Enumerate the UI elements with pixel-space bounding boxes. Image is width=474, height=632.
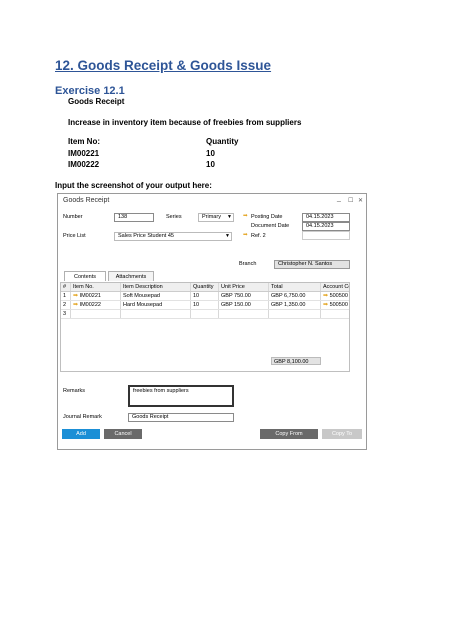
doc-qty-2: 10: [206, 160, 215, 169]
total-cell[interactable]: [269, 310, 321, 318]
doc-qty-1: 10: [206, 149, 215, 158]
grand-total: GBP 8,100.00: [271, 357, 321, 365]
quantity-cell[interactable]: [191, 310, 219, 318]
unit-price-cell[interactable]: [219, 310, 269, 318]
ref2-label: Ref. 2: [251, 233, 266, 239]
col-item-no: Item No.: [71, 283, 121, 291]
total-cell[interactable]: GBP 6,750.00: [269, 292, 321, 300]
journal-remark-field[interactable]: Goods Receipt: [128, 413, 234, 422]
copy-to-button[interactable]: Copy To: [322, 429, 362, 439]
item-no-value: IM00222: [79, 302, 101, 308]
exercise-subtitle: Goods Receipt: [68, 97, 125, 106]
table-row[interactable]: 3: [61, 310, 349, 319]
document-date-field[interactable]: 04.15.2023: [302, 222, 350, 231]
minimize-icon[interactable]: _: [337, 195, 341, 202]
exercise-description: Increase in inventory item because of fr…: [68, 118, 302, 127]
unit-price-cell[interactable]: GBP 150.00: [219, 301, 269, 309]
item-no-header: Item No:: [68, 137, 100, 146]
branch-label: Branch: [239, 261, 257, 267]
ref2-field[interactable]: [302, 231, 350, 240]
add-button[interactable]: Add: [62, 429, 100, 439]
link-arrow-icon[interactable]: ➡: [323, 293, 328, 299]
ref2-arrow-icon[interactable]: ➡: [243, 232, 248, 238]
price-list-dropdown-icon: ▼: [225, 233, 230, 239]
col-description: Item Description: [121, 283, 191, 291]
tab-contents[interactable]: Contents: [64, 271, 106, 281]
link-arrow-icon[interactable]: ➡: [73, 302, 78, 308]
item-no-cell[interactable]: ➡ IM00222: [71, 301, 121, 309]
link-arrow-icon[interactable]: ➡: [73, 293, 78, 299]
items-table: # Item No. Item Description Quantity Uni…: [60, 282, 350, 372]
link-arrow-icon[interactable]: ➡: [323, 302, 328, 308]
account-code-cell[interactable]: ➡ 500500: [321, 292, 349, 300]
price-list-value: Sales Price Student 45: [118, 233, 174, 239]
description-cell[interactable]: Soft Mousepad: [121, 292, 191, 300]
col-unit-price: Unit Price: [219, 283, 269, 291]
col-quantity: Quantity: [191, 283, 219, 291]
remarks-field[interactable]: freebies from suppliers: [128, 385, 234, 407]
account-code-value: 500500: [329, 302, 348, 308]
number-label: Number: [63, 214, 83, 220]
quantity-cell[interactable]: 10: [191, 292, 219, 300]
price-list-label: Price List: [63, 233, 86, 239]
total-cell[interactable]: GBP 1,350.00: [269, 301, 321, 309]
col-account-code: Account Co: [323, 284, 350, 290]
window-title: Goods Receipt: [63, 197, 110, 204]
journal-remark-label: Journal Remark: [63, 414, 102, 420]
maximize-icon[interactable]: ☐: [348, 197, 353, 204]
series-label: Series: [166, 214, 182, 220]
unit-price-cell[interactable]: GBP 750.00: [219, 292, 269, 300]
doc-item-1: IM00221: [68, 149, 100, 158]
cancel-button[interactable]: Cancel: [104, 429, 142, 439]
description-cell[interactable]: Hard Mousepad: [121, 301, 191, 309]
row-number: 1: [61, 292, 71, 300]
price-list-select[interactable]: Sales Price Student 45 ▼: [114, 232, 232, 241]
account-code-cell[interactable]: [321, 310, 349, 318]
quantity-header: Quantity: [206, 137, 239, 146]
link-arrow-icon[interactable]: ➡: [243, 213, 248, 219]
series-select[interactable]: Primary ▼: [198, 213, 234, 222]
page-heading: 12. Goods Receipt & Goods Issue: [55, 58, 272, 73]
tab-attachments[interactable]: Attachments: [108, 271, 154, 281]
item-no-cell[interactable]: [71, 310, 121, 318]
remarks-label: Remarks: [63, 388, 86, 394]
table-header: # Item No. Item Description Quantity Uni…: [61, 283, 350, 292]
quantity-cell[interactable]: 10: [191, 301, 219, 309]
account-code-cell[interactable]: ➡ 500500: [321, 301, 349, 309]
item-no-cell[interactable]: ➡ IM00221: [71, 292, 121, 300]
close-icon[interactable]: ✕: [358, 197, 363, 204]
account-code-value: 500500: [329, 293, 348, 299]
table-row[interactable]: 1 ➡ IM00221 Soft Mousepad 10 GBP 750.00 …: [61, 292, 349, 301]
exercise-heading: Exercise 12.1: [55, 85, 125, 97]
document-date-label: Document Date: [251, 223, 290, 229]
description-cell[interactable]: [121, 310, 191, 318]
doc-item-2: IM00222: [68, 160, 100, 169]
posting-date-label: Posting Date: [251, 214, 283, 220]
col-number: #: [61, 283, 71, 291]
number-field[interactable]: 138: [114, 213, 154, 222]
copy-from-button[interactable]: Copy From: [260, 429, 318, 439]
row-number: 2: [61, 301, 71, 309]
table-row[interactable]: 2 ➡ IM00222 Hard Mousepad 10 GBP 150.00 …: [61, 301, 349, 310]
item-no-value: IM00221: [79, 293, 101, 299]
series-value: Primary: [202, 214, 221, 220]
dropdown-arrow-icon: ▼: [227, 214, 232, 220]
row-number: 3: [61, 310, 71, 318]
branch-field[interactable]: Christopher N. Santos: [274, 260, 350, 269]
instruction-text: Input the screenshot of your output here…: [55, 181, 212, 190]
posting-date-field[interactable]: 04.15.2023: [302, 213, 350, 222]
goods-receipt-window: Goods Receipt _ ☐ ✕ Number 138 Series Pr…: [57, 193, 367, 450]
col-total: Total: [269, 283, 321, 291]
